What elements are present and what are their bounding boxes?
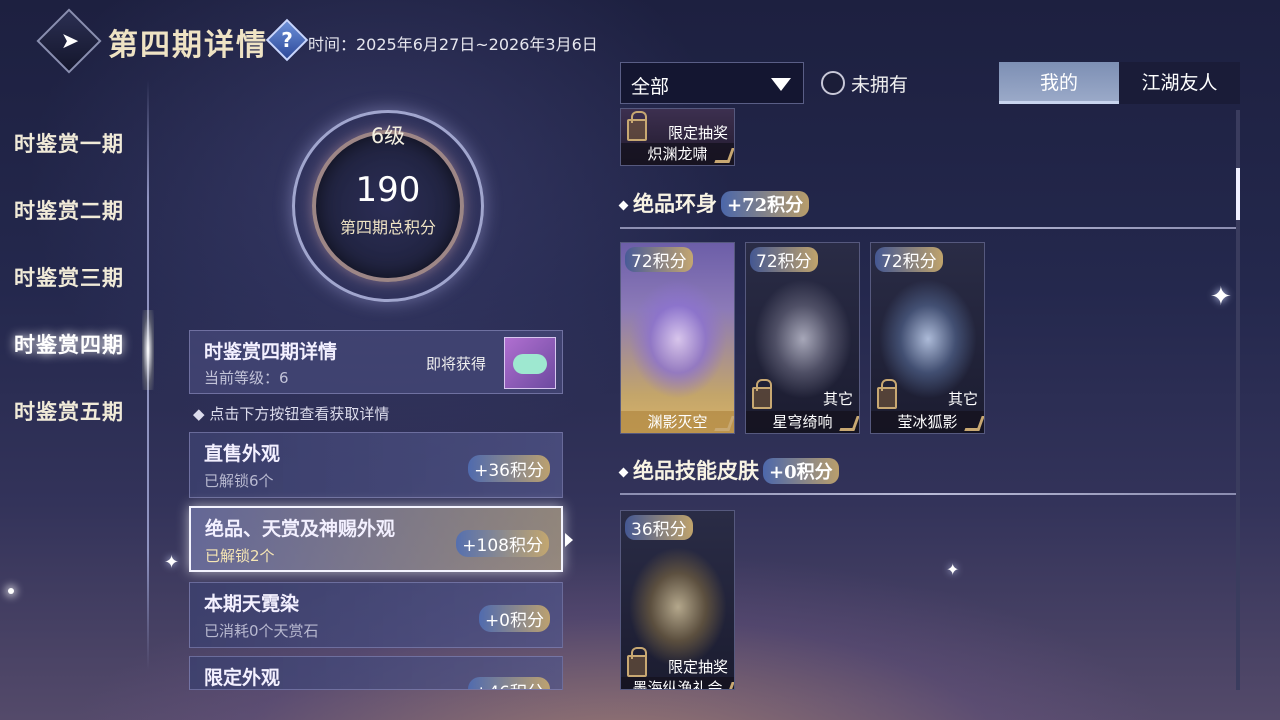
card-tag: 限定抽奖 <box>667 658 728 676</box>
card-name: 渊影灭空 <box>621 411 734 433</box>
item-card[interactable]: 限定抽奖 炽渊龙啸 <box>620 108 735 166</box>
nav-item-period-4[interactable]: 时鉴赏四期 <box>14 329 154 396</box>
upcoming-reward-label: 即将获得 <box>426 355 487 373</box>
card-art <box>629 279 727 399</box>
section-title-text: 绝品技能皮肤 <box>633 458 759 483</box>
lock-icon <box>877 379 897 409</box>
card-points: 72积分 <box>875 247 943 272</box>
section-title: 绝品技能皮肤 +0积分 <box>618 455 839 485</box>
nav-item-period-2[interactable]: 时鉴赏二期 <box>14 195 154 262</box>
card-name: 炽渊龙啸 <box>621 143 734 165</box>
nav-item-period-3[interactable]: 时鉴赏三期 <box>14 262 154 329</box>
category-sub: 已解锁6个 <box>204 472 274 490</box>
unowned-label[interactable]: 未拥有 <box>851 70 908 97</box>
detail-title: 时鉴赏四期详情 <box>204 341 338 363</box>
section-title: 绝品环身 +72积分 <box>618 188 810 218</box>
current-level: 当前等级：6 <box>204 369 289 387</box>
card-tag: 其它 <box>947 390 978 408</box>
card-name: 莹冰狐影 <box>871 411 984 433</box>
category-points: +36积分 <box>468 455 550 482</box>
card-points: 72积分 <box>750 247 818 272</box>
category-sub: 已消耗0个天赏石 <box>204 622 319 640</box>
category-points: +0积分 <box>478 605 550 632</box>
category-direct-sale[interactable]: 直售外观 已解锁6个 +36积分 <box>189 432 563 498</box>
item-card[interactable]: 72积分 其它 星穹绮响 <box>745 242 860 434</box>
upcoming-reward-icon[interactable] <box>504 337 556 389</box>
total-score: 190 <box>355 170 421 210</box>
category-title: 绝品、天赏及神赐外观 <box>205 518 396 540</box>
section-points: +72积分 <box>721 191 810 217</box>
category-title: 限定外观 <box>204 667 281 689</box>
help-button[interactable]: ? <box>265 18 309 62</box>
sparkle-decoration: ✦ <box>1210 282 1232 312</box>
lock-icon <box>752 379 772 409</box>
card-name: 墨海纵渔礼会 <box>621 677 734 689</box>
page-title: 第四期详情 <box>108 28 268 63</box>
category-premium[interactable]: 绝品、天赏及神赐外观 已解锁2个 +108积分 <box>189 506 563 572</box>
hint-label: 点击下方按钮查看获取详情 <box>209 405 390 423</box>
bullet-icon <box>618 200 629 211</box>
card-name: 星穹绮响 <box>746 411 859 433</box>
filter-dropdown-value: 全部 <box>631 76 670 98</box>
period-time: 时间：2025年6月27日~2026年3月6日 <box>308 35 598 54</box>
hint-text: ◆ 点击下方按钮查看获取详情 <box>193 405 390 423</box>
nav-item-period-1[interactable]: 时鉴赏一期 <box>14 128 154 195</box>
filter-dropdown[interactable]: 全部 <box>620 62 804 104</box>
period-detail-card[interactable]: 时鉴赏四期详情 当前等级：6 即将获得 <box>189 330 563 394</box>
sparkle-decoration: ✦ <box>164 552 180 573</box>
item-card[interactable]: 72积分 其它 莹冰狐影 <box>870 242 985 434</box>
nav-item-period-5[interactable]: 时鉴赏五期 <box>14 396 154 463</box>
card-points: 36积分 <box>625 515 693 540</box>
total-score-label: 第四期总积分 <box>339 218 436 237</box>
unowned-radio[interactable] <box>821 71 845 95</box>
sparkle-decoration <box>8 588 14 594</box>
question-icon: ? <box>281 28 293 52</box>
section-points: +0积分 <box>763 458 839 484</box>
category-sub: 已解锁2个 <box>205 547 275 565</box>
bullet-icon <box>618 467 629 478</box>
category-title: 直售外观 <box>204 443 281 465</box>
scrollbar-thumb[interactable] <box>1236 168 1240 220</box>
section-divider <box>620 227 1236 229</box>
back-arrow-icon: ➤ <box>60 29 80 54</box>
score-ring: 6级 190 第四期总积分 <box>288 110 488 302</box>
item-card[interactable]: 72积分 渊影灭空 <box>620 242 735 434</box>
tab-mine[interactable]: 我的 <box>999 62 1119 104</box>
category-dye[interactable]: 本期天霓染 已消耗0个天赏石 +0积分 <box>189 582 563 648</box>
section-divider <box>620 493 1236 495</box>
section-title-text: 绝品环身 <box>633 191 717 216</box>
card-tag: 限定抽奖 <box>667 124 728 142</box>
category-points: +46积分 <box>468 677 550 689</box>
level-label: 6级 <box>370 124 406 148</box>
selected-arrow-icon <box>565 533 573 547</box>
lock-icon <box>627 111 647 141</box>
category-points: +108积分 <box>456 530 549 557</box>
category-title: 本期天霓染 <box>204 593 300 615</box>
sparkle-decoration: ✦ <box>946 560 960 579</box>
category-limited[interactable]: 限定外观 +46积分 <box>189 656 563 690</box>
chevron-down-icon <box>771 78 791 91</box>
lock-icon <box>627 647 647 677</box>
item-card[interactable]: 36积分 限定抽奖 墨海纵渔礼会 <box>620 510 735 690</box>
card-points: 72积分 <box>625 247 693 272</box>
period-nav: 时鉴赏一期 时鉴赏二期 时鉴赏三期 时鉴赏四期 时鉴赏五期 <box>14 128 154 463</box>
tab-friends[interactable]: 江湖友人 <box>1119 62 1240 104</box>
card-tag: 其它 <box>822 390 853 408</box>
